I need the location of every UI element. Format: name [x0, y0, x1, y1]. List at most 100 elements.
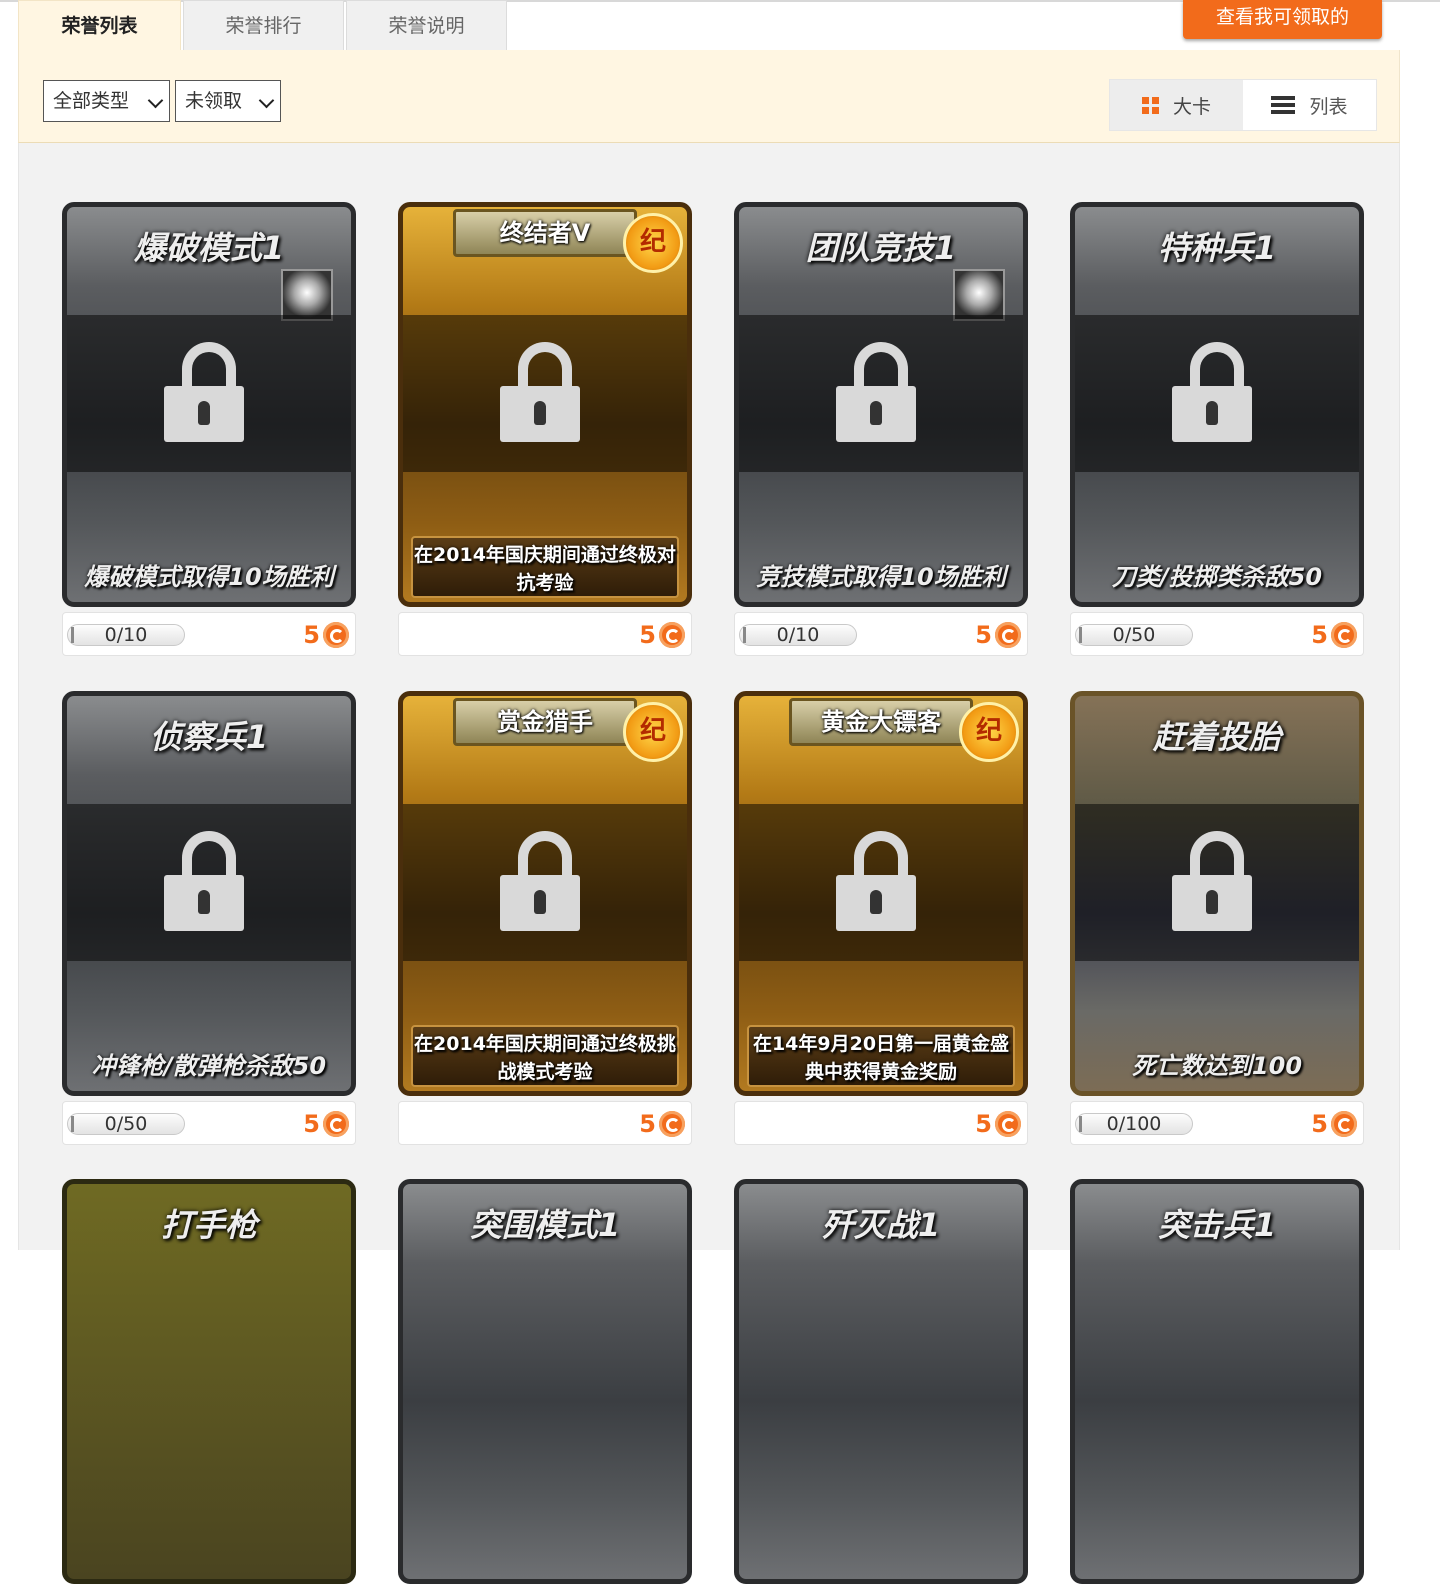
- honor-card[interactable]: 团队竞技1 竞技模式取得10场胜利 0/10 5: [734, 202, 1028, 656]
- commemorative-medal-icon: 纪: [623, 702, 683, 762]
- commemorative-medal-icon: 纪: [959, 702, 1019, 762]
- card-description: 竞技模式取得10场胜利: [756, 563, 1006, 591]
- card-frame: 突击兵1: [1070, 1179, 1364, 1584]
- lock-icon: [1172, 831, 1262, 941]
- lock-icon: [164, 831, 254, 941]
- card-description: 刀类/投掷类杀敌50: [1111, 563, 1323, 591]
- reward-amount: 5: [639, 1110, 656, 1138]
- card-description: 在2014年国庆期间通过终极挑战模式考验: [411, 1025, 679, 1087]
- card-title: 突击兵1: [1157, 1206, 1277, 1244]
- card-frame: 爆破模式1 爆破模式取得10场胜利: [62, 202, 356, 607]
- grid-icon: [1141, 96, 1159, 114]
- view-toggle: 大卡 列表: [1109, 79, 1377, 131]
- card-view-label: 大卡: [1172, 95, 1211, 118]
- reward-amount: 5: [303, 1110, 320, 1138]
- card-view-button[interactable]: 大卡: [1110, 80, 1243, 130]
- reward: 5: [639, 1110, 685, 1138]
- coin-icon: [323, 1111, 349, 1137]
- card-frame: 突围模式1: [398, 1179, 692, 1584]
- honor-card[interactable]: 特种兵1 刀类/投掷类杀敌50 0/50 5: [1070, 202, 1364, 656]
- type-select[interactable]: 全部类型: [43, 80, 170, 122]
- progress-bar: 0/10: [739, 624, 857, 646]
- card-title: 黄金大镖客: [789, 698, 973, 746]
- progress-bar: 0/50: [1075, 624, 1193, 646]
- skull-badge-icon: [281, 269, 333, 321]
- chevron-down-icon: [258, 92, 275, 109]
- lock-icon: [164, 342, 254, 452]
- reward-amount: 5: [975, 1110, 992, 1138]
- card-title: 特种兵1: [1157, 229, 1277, 267]
- lock-icon: [1172, 342, 1262, 452]
- card-title: 终结者V: [453, 209, 637, 257]
- lock-icon: [500, 342, 590, 452]
- coin-icon: [659, 1111, 685, 1137]
- reward: 5: [303, 621, 349, 649]
- reward: 5: [639, 621, 685, 649]
- status-select[interactable]: 未领取: [175, 80, 281, 122]
- card-description: 死亡数达到100: [1131, 1052, 1303, 1080]
- reward-amount: 5: [303, 621, 320, 649]
- status-select-value: 未领取: [185, 90, 243, 112]
- honor-card[interactable]: 赶着投胎 死亡数达到100 0/100 5: [1070, 691, 1364, 1145]
- commemorative-medal-icon: 纪: [623, 213, 683, 273]
- reward: 5: [975, 621, 1021, 649]
- card-frame: 终结者V 纪 在2014年国庆期间通过终极对抗考验: [398, 202, 692, 607]
- honor-card[interactable]: 侦察兵1 冲锋枪/散弹枪杀敌50 0/50 5: [62, 691, 356, 1145]
- honor-card[interactable]: 打手枪: [62, 1179, 356, 1584]
- list-view-button[interactable]: 列表: [1243, 80, 1376, 130]
- reward-amount: 5: [975, 621, 992, 649]
- card-footer: 0/10 5: [734, 612, 1028, 656]
- card-footer: 0/100 5: [1070, 1101, 1364, 1145]
- card-footer: 5: [734, 1101, 1028, 1145]
- card-title: 歼灭战1: [821, 1206, 941, 1244]
- reward: 5: [975, 1110, 1021, 1138]
- card-footer: 0/10 5: [62, 612, 356, 656]
- card-footer: 0/50 5: [62, 1101, 356, 1145]
- card-grid: 爆破模式1 爆破模式取得10场胜利 0/10 5 终结者V 纪 在2014年国庆…: [18, 143, 1400, 1584]
- card-title: 赶着投胎: [1152, 718, 1281, 756]
- tab-honor-description[interactable]: 荣誉说明: [346, 0, 507, 50]
- lock-icon: [500, 831, 590, 941]
- list-view-label: 列表: [1309, 95, 1348, 118]
- honor-card[interactable]: 爆破模式1 爆破模式取得10场胜利 0/10 5: [62, 202, 356, 656]
- card-frame: 赏金猎手 纪 在2014年国庆期间通过终极挑战模式考验: [398, 691, 692, 1096]
- card-footer: 5: [398, 612, 692, 656]
- coin-icon: [995, 1111, 1021, 1137]
- card-title: 团队竞技1: [805, 229, 957, 267]
- tab-honor-ranking[interactable]: 荣誉排行: [183, 0, 344, 50]
- honor-card[interactable]: 赏金猎手 纪 在2014年国庆期间通过终极挑战模式考验 5: [398, 691, 692, 1145]
- card-frame: 黄金大镖客 纪 在14年9月20日第一届黄金盛典中获得黄金奖励: [734, 691, 1028, 1096]
- filter-bar: 全部类型 未领取 大卡 列表: [18, 50, 1400, 143]
- type-select-value: 全部类型: [53, 90, 130, 112]
- card-title: 赏金猎手: [453, 698, 637, 746]
- honor-card[interactable]: 突击兵1: [1070, 1179, 1364, 1584]
- coin-icon: [1331, 622, 1357, 648]
- coin-icon: [1331, 1111, 1357, 1137]
- card-frame: 赶着投胎 死亡数达到100: [1070, 691, 1364, 1096]
- card-footer: 0/50 5: [1070, 612, 1364, 656]
- view-claimable-button[interactable]: 查看我可领取的: [1183, 0, 1382, 39]
- card-description: 在14年9月20日第一届黄金盛典中获得黄金奖励: [747, 1025, 1015, 1087]
- coin-icon: [323, 622, 349, 648]
- chevron-down-icon: [147, 92, 164, 109]
- coin-icon: [659, 622, 685, 648]
- lock-icon: [836, 831, 926, 941]
- card-footer: 5: [398, 1101, 692, 1145]
- honor-card[interactable]: 歼灭战1: [734, 1179, 1028, 1584]
- reward-amount: 5: [1311, 1110, 1328, 1138]
- list-icon: [1271, 93, 1296, 117]
- honor-card[interactable]: 终结者V 纪 在2014年国庆期间通过终极对抗考验 5: [398, 202, 692, 656]
- tab-bar: 荣誉列表 荣誉排行 荣誉说明: [18, 0, 509, 51]
- progress-bar: 0/10: [67, 624, 185, 646]
- card-description: 爆破模式取得10场胜利: [84, 563, 334, 591]
- lock-icon: [836, 342, 926, 452]
- star-badge-icon: [953, 269, 1005, 321]
- tab-honor-list[interactable]: 荣誉列表: [18, 0, 181, 50]
- honor-card[interactable]: 黄金大镖客 纪 在14年9月20日第一届黄金盛典中获得黄金奖励 5: [734, 691, 1028, 1145]
- reward-amount: 5: [1311, 621, 1328, 649]
- reward: 5: [303, 1110, 349, 1138]
- reward: 5: [1311, 1110, 1357, 1138]
- card-frame: 侦察兵1 冲锋枪/散弹枪杀敌50: [62, 691, 356, 1096]
- honor-card[interactable]: 突围模式1: [398, 1179, 692, 1584]
- coin-icon: [995, 622, 1021, 648]
